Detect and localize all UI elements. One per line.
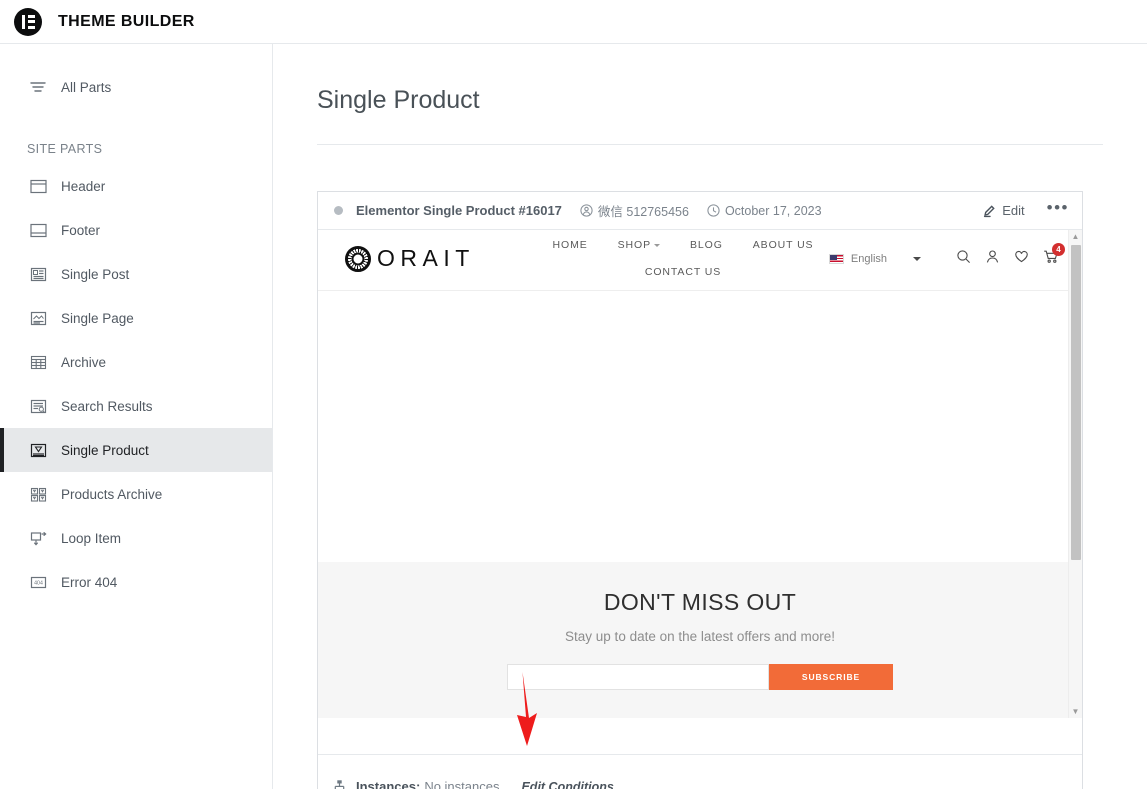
newsletter-email-input[interactable] <box>507 664 769 690</box>
sidebar-item-single-product[interactable]: Single Product <box>0 428 272 472</box>
subscribe-button[interactable]: SUBSCRIBE <box>769 664 893 690</box>
chevron-down-icon[interactable] <box>913 257 921 261</box>
language-switcher[interactable]: English <box>829 253 921 265</box>
clock-icon <box>707 204 720 217</box>
preview-scrollbar[interactable]: ▲ ▼ <box>1068 230 1082 718</box>
chevron-down-icon <box>654 244 660 247</box>
sidebar-item-single-page[interactable]: Single Page <box>0 296 272 340</box>
cart-icon[interactable]: 4 <box>1043 249 1059 264</box>
more-options-icon[interactable]: ••• <box>1047 203 1069 219</box>
footer-icon <box>27 219 49 241</box>
cart-count-badge: 4 <box>1052 243 1065 256</box>
error-404-icon: 404 <box>27 571 49 593</box>
cta-subtext: Stay up to date on the latest offers and… <box>318 629 1082 644</box>
sidebar-item-label: Search Results <box>61 399 153 414</box>
edit-button-label: Edit <box>1002 203 1024 218</box>
search-results-icon <box>27 395 49 417</box>
site-header-icons: 4 <box>956 249 1059 264</box>
sidebar-item-label: Single Page <box>61 311 134 326</box>
document-author: 微信 512765456 <box>580 201 689 220</box>
title-divider <box>317 144 1103 145</box>
preview-site-header: ORAIT HOME SHOP BLOG ABOUT US CONTACT US <box>318 230 1082 291</box>
single-page-icon <box>27 307 49 329</box>
draft-status-dot <box>334 206 343 215</box>
orait-gear-icon <box>345 246 371 272</box>
site-nav-item-blog[interactable]: BLOG <box>690 239 723 251</box>
date-value: October 17, 2023 <box>725 204 822 218</box>
sidebar-item-loop-item[interactable]: Loop Item <box>0 516 272 560</box>
loop-item-icon <box>27 527 49 549</box>
sidebar-item-products-archive[interactable]: Products Archive <box>0 472 272 516</box>
app-topbar: THEME BUILDER <box>0 0 1147 44</box>
single-product-icon <box>27 439 49 461</box>
wishlist-heart-icon[interactable] <box>1014 249 1029 264</box>
document-title[interactable]: Elementor Single Product #16017 <box>356 203 562 218</box>
page-title: Single Product <box>317 86 1147 115</box>
sidebar-item-label: Products Archive <box>61 487 162 502</box>
sidebar-item-footer[interactable]: Footer <box>0 208 272 252</box>
header-icon <box>27 175 49 197</box>
site-nav-row-1: HOME SHOP BLOG ABOUT US <box>518 239 848 251</box>
site-nav-item-shop[interactable]: SHOP <box>618 239 660 251</box>
document-date: October 17, 2023 <box>707 204 822 218</box>
sidebar: All Parts SITE PARTS Header Footer <box>0 44 273 789</box>
us-flag-icon <box>829 254 844 264</box>
edit-conditions-link[interactable]: Edit Conditions <box>521 780 613 789</box>
site-logo[interactable]: ORAIT <box>345 245 475 272</box>
brand-name: ORAIT <box>377 245 475 272</box>
sidebar-item-label: Archive <box>61 355 106 370</box>
instances-value: No instances <box>424 779 499 789</box>
cta-heading: DON'T MISS OUT <box>318 589 1082 616</box>
instances-icon <box>332 779 347 789</box>
site-nav-item-about-us[interactable]: ABOUT US <box>753 239 814 251</box>
document-card-header: Elementor Single Product #16017 微信 51276… <box>318 192 1082 230</box>
all-parts-icon <box>27 76 49 98</box>
sidebar-item-error-404[interactable]: 404 Error 404 <box>0 560 272 604</box>
document-card-footer: Instances: No instances Edit Conditions <box>318 754 1082 789</box>
search-icon[interactable] <box>956 249 971 264</box>
document-card: Elementor Single Product #16017 微信 51276… <box>317 191 1083 789</box>
sidebar-item-single-post[interactable]: Single Post <box>0 252 272 296</box>
sidebar-item-label: Single Post <box>61 267 129 282</box>
pencil-icon <box>982 204 996 218</box>
sidebar-item-label: Loop Item <box>61 531 121 546</box>
sidebar-item-label: Single Product <box>61 443 149 458</box>
site-nav: HOME SHOP BLOG ABOUT US CONTACT US <box>518 239 848 280</box>
site-nav-item-contact-us[interactable]: CONTACT US <box>645 266 721 278</box>
sidebar-item-search-results[interactable]: Search Results <box>0 384 272 428</box>
site-nav-item-home[interactable]: HOME <box>553 239 588 251</box>
products-archive-icon <box>27 483 49 505</box>
main-content: Single Product Elementor Single Product … <box>273 44 1147 789</box>
sidebar-item-label: All Parts <box>61 80 111 95</box>
preview-product-body <box>318 291 1082 562</box>
sidebar-item-header[interactable]: Header <box>0 164 272 208</box>
sidebar-item-label: Error 404 <box>61 575 117 590</box>
svg-text:404: 404 <box>34 580 43 586</box>
language-label: English <box>851 253 887 265</box>
sidebar-item-all-parts[interactable]: All Parts <box>0 65 272 109</box>
sidebar-item-label: Header <box>61 179 105 194</box>
scroll-up-arrow[interactable]: ▲ <box>1069 230 1082 243</box>
newsletter-form: SUBSCRIBE <box>318 664 1082 690</box>
scroll-down-arrow[interactable]: ▼ <box>1069 705 1082 718</box>
archive-icon <box>27 351 49 373</box>
instances-label: Instances: <box>356 779 420 789</box>
single-post-icon <box>27 263 49 285</box>
author-icon <box>580 204 593 217</box>
sidebar-section-label: SITE PARTS <box>27 142 272 156</box>
edit-button[interactable]: Edit <box>982 203 1024 218</box>
site-nav-row-2: CONTACT US <box>518 262 848 280</box>
sidebar-item-label: Footer <box>61 223 100 238</box>
account-icon[interactable] <box>985 249 1000 264</box>
preview-scrollbar-thumb[interactable] <box>1071 245 1081 560</box>
app-title: THEME BUILDER <box>58 13 195 31</box>
newsletter-cta-section: DON'T MISS OUT Stay up to date on the la… <box>318 562 1082 718</box>
sidebar-item-archive[interactable]: Archive <box>0 340 272 384</box>
elementor-logo-icon[interactable] <box>14 8 42 36</box>
site-preview[interactable]: ORAIT HOME SHOP BLOG ABOUT US CONTACT US <box>318 230 1082 718</box>
author-name: 微信 512765456 <box>598 201 689 220</box>
